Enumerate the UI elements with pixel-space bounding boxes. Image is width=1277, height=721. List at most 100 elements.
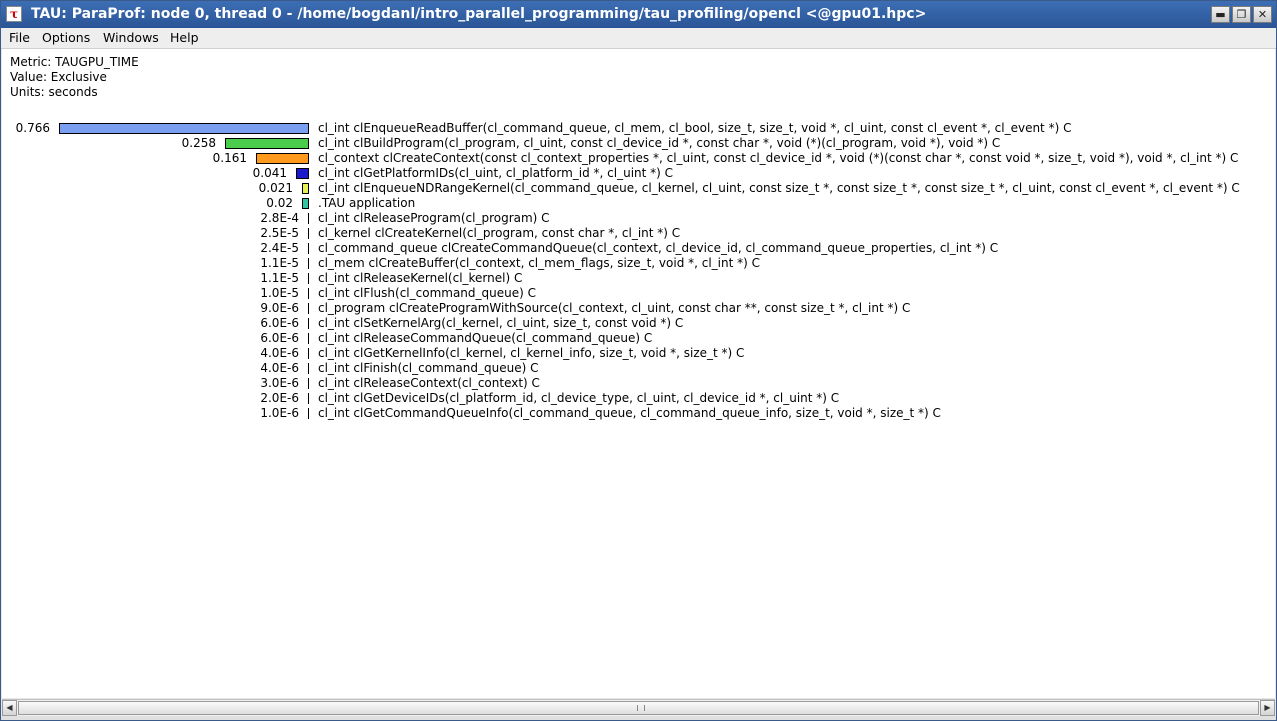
window-bottom-edge: [1, 716, 1276, 720]
function-bar[interactable]: [308, 333, 309, 344]
function-value: 2.0E-6: [260, 391, 299, 405]
function-row[interactable]: 1.1E-5 cl_int clReleaseKernel(cl_kernel) …: [2, 271, 1275, 286]
function-value: 2.4E-5: [260, 241, 299, 255]
tau-app-icon[interactable]: τ: [6, 6, 22, 22]
close-icon: ✕: [1257, 8, 1268, 21]
function-bar[interactable]: [308, 408, 309, 419]
function-name[interactable]: cl_context clCreateContext(const cl_cont…: [318, 151, 1238, 166]
restore-icon: ❐: [1236, 8, 1247, 21]
function-row[interactable]: 1.1E-5 cl_mem clCreateBuffer(cl_context, …: [2, 256, 1275, 271]
menu-bar: File Options Windows Help: [1, 28, 1276, 49]
function-bar[interactable]: [225, 138, 309, 149]
function-name[interactable]: cl_int clReleaseProgram(cl_program) C: [318, 211, 550, 226]
function-row[interactable]: 0.161 cl_context clCreateContext(const cl…: [2, 151, 1275, 166]
metric-label: Metric: TAUGPU_TIME: [10, 55, 139, 69]
function-bar[interactable]: [296, 168, 309, 179]
menu-windows[interactable]: Windows: [103, 30, 159, 45]
minimize-icon: ▬: [1215, 8, 1226, 21]
function-row[interactable]: 2.8E-4 cl_int clReleaseProgram(cl_program…: [2, 211, 1275, 226]
function-value: 3.0E-6: [260, 376, 299, 390]
function-bar-chart-panel[interactable]: Metric: TAUGPU_TIME Value: Exclusive Uni…: [2, 49, 1275, 698]
function-value: 2.8E-4: [260, 211, 299, 225]
function-name[interactable]: cl_program clCreateProgramWithSource(cl_…: [318, 301, 910, 316]
function-row[interactable]: 2.0E-6 cl_int clGetDeviceIDs(cl_platform_…: [2, 391, 1275, 406]
function-name[interactable]: cl_int clEnqueueReadBuffer(cl_command_qu…: [318, 121, 1071, 136]
function-value: 0.041: [252, 166, 287, 180]
function-bar[interactable]: [308, 303, 309, 314]
function-value: 1.0E-5: [260, 286, 299, 300]
function-name[interactable]: cl_mem clCreateBuffer(cl_context, cl_mem…: [318, 256, 760, 271]
function-bar[interactable]: [308, 348, 309, 359]
function-bar[interactable]: [308, 318, 309, 329]
scroll-left-button[interactable]: ◀: [2, 700, 17, 716]
function-value: 1.1E-5: [260, 256, 299, 270]
function-bar[interactable]: [308, 213, 309, 224]
scrollbar-thumb[interactable]: [18, 701, 1259, 715]
function-bar[interactable]: [308, 363, 309, 374]
function-name[interactable]: cl_int clReleaseCommandQueue(cl_command_…: [318, 331, 652, 346]
paraprof-window: τ TAU: ParaProf: node 0, thread 0 - /hom…: [0, 0, 1277, 721]
function-value: 1.1E-5: [260, 271, 299, 285]
function-name[interactable]: cl_int clFinish(cl_command_queue) C: [318, 361, 538, 376]
function-value: 0.161: [212, 151, 247, 165]
function-value: 0.258: [181, 136, 216, 150]
function-bar[interactable]: [308, 228, 309, 239]
function-name[interactable]: cl_int clReleaseKernel(cl_kernel) C: [318, 271, 522, 286]
function-row[interactable]: 4.0E-6 cl_int clFinish(cl_command_queue) …: [2, 361, 1275, 376]
function-row[interactable]: 3.0E-6 cl_int clReleaseContext(cl_context…: [2, 376, 1275, 391]
function-name[interactable]: cl_command_queue clCreateCommandQueue(cl…: [318, 241, 998, 256]
horizontal-scrollbar[interactable]: ◀ ▶: [2, 699, 1275, 716]
function-name[interactable]: cl_kernel clCreateKernel(cl_program, con…: [318, 226, 680, 241]
menu-help[interactable]: Help: [170, 30, 199, 45]
grip-icon: [637, 705, 645, 711]
function-name[interactable]: cl_int clReleaseContext(cl_context) C: [318, 376, 540, 391]
maximize-button[interactable]: ❐: [1232, 6, 1251, 23]
function-bar[interactable]: [302, 198, 309, 209]
function-name[interactable]: cl_int clSetKernelArg(cl_kernel, cl_uint…: [318, 316, 683, 331]
close-button[interactable]: ✕: [1253, 6, 1272, 23]
function-name[interactable]: cl_int clBuildProgram(cl_program, cl_uin…: [318, 136, 1000, 151]
function-bar[interactable]: [308, 258, 309, 269]
function-value: 4.0E-6: [260, 361, 299, 375]
function-name[interactable]: cl_int clGetCommandQueueInfo(cl_command_…: [318, 406, 941, 421]
minimize-button[interactable]: ▬: [1211, 6, 1230, 23]
function-row[interactable]: 9.0E-6 cl_program clCreateProgramWithSour…: [2, 301, 1275, 316]
function-value: 0.766: [15, 121, 50, 135]
function-name[interactable]: cl_int clGetDeviceIDs(cl_platform_id, cl…: [318, 391, 839, 406]
function-bar[interactable]: [302, 183, 309, 194]
window-title: TAU: ParaProf: node 0, thread 0 - /home/…: [31, 6, 927, 22]
function-row[interactable]: 2.5E-5 cl_kernel clCreateKernel(cl_progra…: [2, 226, 1275, 241]
function-bar[interactable]: [308, 273, 309, 284]
function-row[interactable]: 6.0E-6 cl_int clReleaseCommandQueue(cl_co…: [2, 331, 1275, 346]
function-bar[interactable]: [308, 243, 309, 254]
function-name[interactable]: .TAU application: [318, 196, 415, 211]
function-name[interactable]: cl_int clGetKernelInfo(cl_kernel, cl_ker…: [318, 346, 744, 361]
function-row[interactable]: 0.041 cl_int clGetPlatformIDs(cl_uint, cl…: [2, 166, 1275, 181]
function-row[interactable]: 1.0E-5 cl_int clFlush(cl_command_queue) C: [2, 286, 1275, 301]
function-name[interactable]: cl_int clGetPlatformIDs(cl_uint, cl_plat…: [318, 166, 673, 181]
function-value: 4.0E-6: [260, 346, 299, 360]
function-name[interactable]: cl_int clFlush(cl_command_queue) C: [318, 286, 536, 301]
function-bar[interactable]: [256, 153, 309, 164]
function-row[interactable]: 0.258 cl_int clBuildProgram(cl_program, c…: [2, 136, 1275, 151]
title-bar[interactable]: τ TAU: ParaProf: node 0, thread 0 - /hom…: [1, 1, 1276, 28]
function-row[interactable]: 0.021 cl_int clEnqueueNDRangeKernel(cl_co…: [2, 181, 1275, 196]
function-value: 6.0E-6: [260, 316, 299, 330]
function-bar[interactable]: [308, 393, 309, 404]
function-value: 9.0E-6: [260, 301, 299, 315]
function-row[interactable]: 2.4E-5 cl_command_queue clCreateCommandQu…: [2, 241, 1275, 256]
function-row[interactable]: 4.0E-6 cl_int clGetKernelInfo(cl_kernel, …: [2, 346, 1275, 361]
menu-options[interactable]: Options: [42, 30, 90, 45]
function-value: 0.02: [266, 196, 293, 210]
function-row[interactable]: 1.0E-6 cl_int clGetCommandQueueInfo(cl_co…: [2, 406, 1275, 421]
function-bar[interactable]: [308, 378, 309, 389]
function-name[interactable]: cl_int clEnqueueNDRangeKernel(cl_command…: [318, 181, 1240, 196]
function-row[interactable]: 6.0E-6 cl_int clSetKernelArg(cl_kernel, c…: [2, 316, 1275, 331]
function-row[interactable]: 0.02 .TAU application: [2, 196, 1275, 211]
arrow-right-icon: ▶: [1264, 703, 1271, 712]
function-row[interactable]: 0.766 cl_int clEnqueueReadBuffer(cl_comma…: [2, 121, 1275, 136]
scroll-right-button[interactable]: ▶: [1260, 700, 1275, 716]
menu-file[interactable]: File: [9, 30, 30, 45]
function-bar[interactable]: [59, 123, 309, 134]
function-bar[interactable]: [308, 288, 309, 299]
